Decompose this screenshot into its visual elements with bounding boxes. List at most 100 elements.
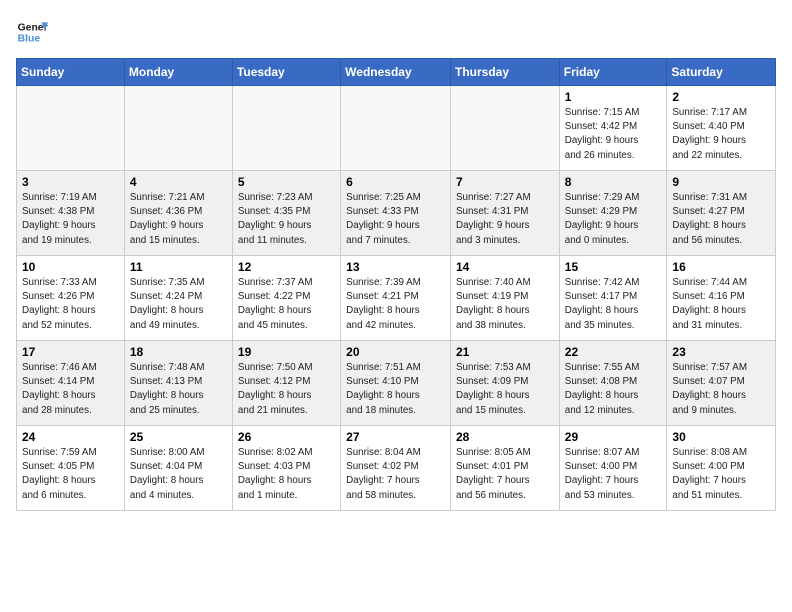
day-info: Sunrise: 7:57 AM Sunset: 4:07 PM Dayligh… xyxy=(672,361,770,418)
calendar-cell: 9 Sunrise: 7:31 AM Sunset: 4:27 PM Daylig… xyxy=(667,171,776,256)
day-number: 7 xyxy=(456,175,554,189)
calendar-cell: 26 Sunrise: 8:02 AM Sunset: 4:03 PM Dayli… xyxy=(232,426,340,511)
day-info: Sunrise: 8:00 AM Sunset: 4:04 PM Dayligh… xyxy=(130,446,227,503)
day-number: 19 xyxy=(238,345,335,359)
day-info: Sunrise: 7:29 AM Sunset: 4:29 PM Dayligh… xyxy=(565,191,662,248)
day-number: 5 xyxy=(238,175,335,189)
week-row-1: 1Sunrise: 7:15 AM Sunset: 4:42 PM Daylig… xyxy=(17,86,776,171)
day-number: 26 xyxy=(238,430,335,444)
day-info: Sunrise: 7:40 AM Sunset: 4:19 PM Dayligh… xyxy=(456,276,554,333)
calendar-cell xyxy=(124,86,232,171)
day-info: Sunrise: 7:51 AM Sunset: 4:10 PM Dayligh… xyxy=(346,361,445,418)
weekday-header-thursday: Thursday xyxy=(451,59,560,86)
day-number: 22 xyxy=(565,345,662,359)
day-info: Sunrise: 7:25 AM Sunset: 4:33 PM Dayligh… xyxy=(346,191,445,248)
calendar-cell: 28 Sunrise: 8:05 AM Sunset: 4:01 PM Dayli… xyxy=(451,426,560,511)
calendar-cell: 22Sunrise: 7:55 AM Sunset: 4:08 PM Dayli… xyxy=(559,341,667,426)
week-row-5: 24Sunrise: 7:59 AM Sunset: 4:05 PM Dayli… xyxy=(17,426,776,511)
weekday-header-sunday: Sunday xyxy=(17,59,125,86)
calendar-cell: 11 Sunrise: 7:35 AM Sunset: 4:24 PM Dayli… xyxy=(124,256,232,341)
day-info: Sunrise: 8:08 AM Sunset: 4:00 PM Dayligh… xyxy=(672,446,770,503)
day-number: 12 xyxy=(238,260,335,274)
week-row-4: 17 Sunrise: 7:46 AM Sunset: 4:14 PM Dayli… xyxy=(17,341,776,426)
day-number: 25 xyxy=(130,430,227,444)
calendar-cell: 3 Sunrise: 7:19 AM Sunset: 4:38 PM Daylig… xyxy=(17,171,125,256)
day-info: Sunrise: 7:23 AM Sunset: 4:35 PM Dayligh… xyxy=(238,191,335,248)
calendar-cell: 5 Sunrise: 7:23 AM Sunset: 4:35 PM Daylig… xyxy=(232,171,340,256)
day-number: 6 xyxy=(346,175,445,189)
weekday-header-tuesday: Tuesday xyxy=(232,59,340,86)
day-info: Sunrise: 7:46 AM Sunset: 4:14 PM Dayligh… xyxy=(22,361,119,418)
day-number: 21 xyxy=(456,345,554,359)
day-number: 3 xyxy=(22,175,119,189)
day-info: Sunrise: 7:35 AM Sunset: 4:24 PM Dayligh… xyxy=(130,276,227,333)
calendar-cell: 24Sunrise: 7:59 AM Sunset: 4:05 PM Dayli… xyxy=(17,426,125,511)
day-number: 30 xyxy=(672,430,770,444)
day-info: Sunrise: 7:19 AM Sunset: 4:38 PM Dayligh… xyxy=(22,191,119,248)
weekday-header-wednesday: Wednesday xyxy=(341,59,451,86)
day-number: 23 xyxy=(672,345,770,359)
day-number: 17 xyxy=(22,345,119,359)
calendar-cell: 2Sunrise: 7:17 AM Sunset: 4:40 PM Daylig… xyxy=(667,86,776,171)
day-number: 20 xyxy=(346,345,445,359)
calendar-cell: 29Sunrise: 8:07 AM Sunset: 4:00 PM Dayli… xyxy=(559,426,667,511)
calendar-cell: 21Sunrise: 7:53 AM Sunset: 4:09 PM Dayli… xyxy=(451,341,560,426)
calendar-cell: 20 Sunrise: 7:51 AM Sunset: 4:10 PM Dayli… xyxy=(341,341,451,426)
day-info: Sunrise: 8:02 AM Sunset: 4:03 PM Dayligh… xyxy=(238,446,335,503)
day-info: Sunrise: 7:31 AM Sunset: 4:27 PM Dayligh… xyxy=(672,191,770,248)
calendar-cell: 27 Sunrise: 8:04 AM Sunset: 4:02 PM Dayli… xyxy=(341,426,451,511)
page-header: General Blue xyxy=(16,16,776,48)
calendar-cell: 6 Sunrise: 7:25 AM Sunset: 4:33 PM Daylig… xyxy=(341,171,451,256)
day-number: 4 xyxy=(130,175,227,189)
weekday-header-monday: Monday xyxy=(124,59,232,86)
calendar-table: SundayMondayTuesdayWednesdayThursdayFrid… xyxy=(16,58,776,511)
calendar-cell: 14 Sunrise: 7:40 AM Sunset: 4:19 PM Dayli… xyxy=(451,256,560,341)
day-info: Sunrise: 7:44 AM Sunset: 4:16 PM Dayligh… xyxy=(672,276,770,333)
week-row-3: 10 Sunrise: 7:33 AM Sunset: 4:26 PM Dayli… xyxy=(17,256,776,341)
logo-icon: General Blue xyxy=(16,16,48,48)
day-number: 11 xyxy=(130,260,227,274)
day-number: 14 xyxy=(456,260,554,274)
calendar-cell xyxy=(451,86,560,171)
calendar-cell: 23 Sunrise: 7:57 AM Sunset: 4:07 PM Dayli… xyxy=(667,341,776,426)
calendar-cell: 17 Sunrise: 7:46 AM Sunset: 4:14 PM Dayli… xyxy=(17,341,125,426)
day-number: 8 xyxy=(565,175,662,189)
day-info: Sunrise: 8:05 AM Sunset: 4:01 PM Dayligh… xyxy=(456,446,554,503)
day-number: 15 xyxy=(565,260,662,274)
day-info: Sunrise: 7:48 AM Sunset: 4:13 PM Dayligh… xyxy=(130,361,227,418)
calendar-cell: 19 Sunrise: 7:50 AM Sunset: 4:12 PM Dayli… xyxy=(232,341,340,426)
calendar-cell xyxy=(232,86,340,171)
day-number: 24 xyxy=(22,430,119,444)
calendar-cell xyxy=(341,86,451,171)
day-number: 13 xyxy=(346,260,445,274)
calendar-cell: 12Sunrise: 7:37 AM Sunset: 4:22 PM Dayli… xyxy=(232,256,340,341)
day-info: Sunrise: 7:15 AM Sunset: 4:42 PM Dayligh… xyxy=(565,106,662,163)
day-info: Sunrise: 7:50 AM Sunset: 4:12 PM Dayligh… xyxy=(238,361,335,418)
week-row-2: 3 Sunrise: 7:19 AM Sunset: 4:38 PM Daylig… xyxy=(17,171,776,256)
calendar-cell: 15 Sunrise: 7:42 AM Sunset: 4:17 PM Dayli… xyxy=(559,256,667,341)
svg-text:Blue: Blue xyxy=(18,34,41,45)
day-info: Sunrise: 7:39 AM Sunset: 4:21 PM Dayligh… xyxy=(346,276,445,333)
day-info: Sunrise: 7:17 AM Sunset: 4:40 PM Dayligh… xyxy=(672,106,770,163)
day-info: Sunrise: 8:04 AM Sunset: 4:02 PM Dayligh… xyxy=(346,446,445,503)
day-info: Sunrise: 7:27 AM Sunset: 4:31 PM Dayligh… xyxy=(456,191,554,248)
calendar-cell: 8 Sunrise: 7:29 AM Sunset: 4:29 PM Daylig… xyxy=(559,171,667,256)
weekday-header-saturday: Saturday xyxy=(667,59,776,86)
calendar-cell: 1Sunrise: 7:15 AM Sunset: 4:42 PM Daylig… xyxy=(559,86,667,171)
day-number: 27 xyxy=(346,430,445,444)
day-info: Sunrise: 7:33 AM Sunset: 4:26 PM Dayligh… xyxy=(22,276,119,333)
logo: General Blue xyxy=(16,16,48,48)
day-number: 18 xyxy=(130,345,227,359)
day-info: Sunrise: 8:07 AM Sunset: 4:00 PM Dayligh… xyxy=(565,446,662,503)
day-number: 10 xyxy=(22,260,119,274)
calendar-cell: 13 Sunrise: 7:39 AM Sunset: 4:21 PM Dayli… xyxy=(341,256,451,341)
calendar-cell: 16 Sunrise: 7:44 AM Sunset: 4:16 PM Dayli… xyxy=(667,256,776,341)
day-info: Sunrise: 7:42 AM Sunset: 4:17 PM Dayligh… xyxy=(565,276,662,333)
calendar-cell: 18 Sunrise: 7:48 AM Sunset: 4:13 PM Dayli… xyxy=(124,341,232,426)
day-number: 28 xyxy=(456,430,554,444)
calendar-cell: 30 Sunrise: 8:08 AM Sunset: 4:00 PM Dayli… xyxy=(667,426,776,511)
day-number: 16 xyxy=(672,260,770,274)
calendar-cell: 25 Sunrise: 8:00 AM Sunset: 4:04 PM Dayli… xyxy=(124,426,232,511)
day-number: 9 xyxy=(672,175,770,189)
weekday-header-friday: Friday xyxy=(559,59,667,86)
